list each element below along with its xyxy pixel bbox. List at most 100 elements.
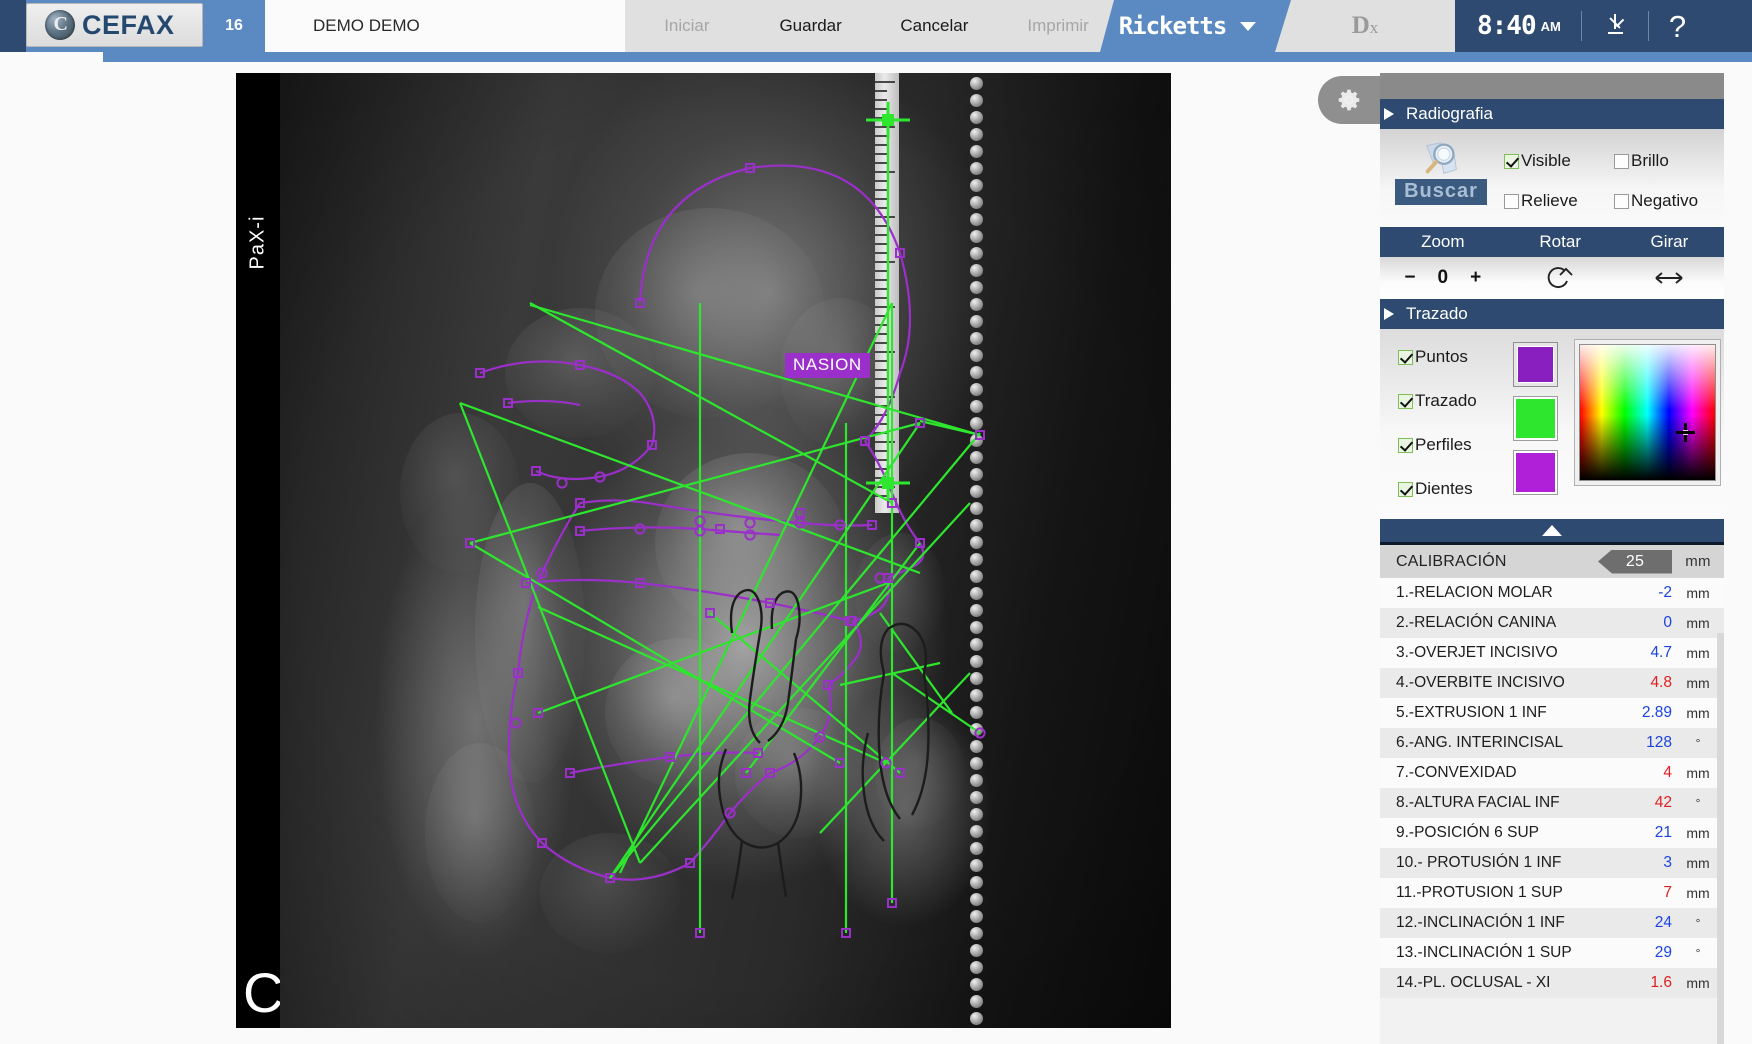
measurements-list: 1.-RELACION MOLAR -2 mm 2.-RELACIÓN CANINA 0… (1380, 578, 1724, 998)
menu-item-imprimir[interactable]: Imprimir (996, 16, 1120, 36)
measurement-row[interactable]: 8.-ALTURA FACIAL INF 42 ° (1380, 788, 1724, 818)
measurement-row[interactable]: 1.-RELACION MOLAR -2 mm (1380, 578, 1724, 608)
checkbox-brillo-label: Brillo (1631, 151, 1669, 170)
tab-dx[interactable]: Dx (1275, 0, 1455, 52)
vendor-label: PaX-i (246, 215, 269, 270)
checkbox-dientes-box[interactable] (1398, 481, 1413, 497)
trazado-color-swatches (1504, 339, 1566, 519)
measurement-label: 13.-INCLINACIÓN 1 SUP (1396, 944, 1572, 961)
measurement-unit: mm (1686, 615, 1710, 631)
magnifier-icon (1425, 142, 1457, 174)
measurement-value: 3 (1663, 854, 1672, 871)
menu-item-iniciar[interactable]: Iniciar (625, 16, 749, 36)
checkbox-relieve-label: Relieve (1521, 191, 1578, 210)
zoom-value: 0 (1437, 267, 1449, 288)
checkbox-trazado-box[interactable] (1398, 393, 1413, 409)
section-header-radiografia[interactable]: Radiografia (1380, 99, 1724, 129)
zoom-decrease-button[interactable]: − (1404, 267, 1415, 289)
trazado-checkbox-column: Puntos Trazado Perfiles Dientes (1398, 339, 1504, 519)
checkbox-negativo-box[interactable] (1614, 193, 1629, 209)
checkbox-trazado[interactable]: Trazado (1398, 391, 1504, 411)
checkbox-visible[interactable]: Visible (1504, 151, 1614, 171)
color-picker-frame (1574, 339, 1721, 486)
landmark-point[interactable] (556, 477, 568, 489)
radiografia-body: Buscar Visible Brillo Relieve Negativo (1380, 129, 1724, 227)
measurement-row[interactable]: 10.- PROTUSIÓN 1 INF 3 mm (1380, 848, 1724, 878)
landmark-point[interactable] (795, 508, 805, 518)
checkbox-relieve[interactable]: Relieve (1504, 191, 1614, 211)
measurement-row[interactable]: 14.-PL. OCLUSAL - XI 1.6 mm (1380, 968, 1724, 998)
settings-button[interactable] (1318, 76, 1380, 124)
measurement-label: 1.-RELACION MOLAR (1396, 584, 1553, 601)
flip-horizontal-icon (1655, 272, 1683, 284)
buscar-button-label[interactable]: Buscar (1395, 179, 1487, 205)
girar-column-header: Girar (1650, 232, 1689, 251)
brand-label: CEFAX (82, 9, 175, 40)
checkbox-perfiles-box[interactable] (1398, 437, 1413, 453)
color-gradient-picker[interactable] (1579, 344, 1716, 481)
measurement-row[interactable]: 2.-RELACIÓN CANINA 0 mm (1380, 608, 1724, 638)
checkbox-brillo-box[interactable] (1614, 153, 1629, 169)
color-picker-crosshair[interactable] (1676, 423, 1695, 442)
toolbar-left-cap (0, 0, 26, 52)
measurement-row[interactable]: 5.-EXTRUSION 1 INF 2.89 mm (1380, 698, 1724, 728)
checkbox-puntos-label: Puntos (1415, 347, 1468, 366)
checkbox-puntos-box[interactable] (1398, 349, 1413, 365)
measurement-row[interactable]: 12.-INCLINACIÓN 1 INF 24 ° (1380, 908, 1724, 938)
measurement-row[interactable]: 11.-PROTUSION 1 SUP 7 mm (1380, 878, 1724, 908)
measurement-row[interactable]: 4.-OVERBITE INCISIVO 4.8 mm (1380, 668, 1724, 698)
checkbox-brillo[interactable]: Brillo (1614, 151, 1724, 171)
measurement-row[interactable]: 3.-OVERJET INCISIVO 4.7 mm (1380, 638, 1724, 668)
analysis-name-label: Ricketts (1118, 12, 1228, 40)
panel-collapse-bar[interactable] (1380, 519, 1724, 545)
landmark-point[interactable] (510, 717, 522, 729)
menu-item-guardar[interactable]: Guardar (749, 16, 873, 36)
download-icon[interactable] (1602, 13, 1628, 39)
radiografia-checkbox-grid: Visible Brillo Relieve Negativo (1502, 129, 1724, 211)
radiograph-viewport[interactable]: PaX-i C NASION (236, 73, 1171, 1028)
landmark-point[interactable] (744, 517, 756, 529)
checkbox-relieve-box[interactable] (1504, 193, 1519, 209)
flip-button[interactable] (1615, 263, 1724, 293)
measurement-row[interactable]: 9.-POSICIÓN 6 SUP 21 mm (1380, 818, 1724, 848)
zoom-increase-button[interactable]: + (1470, 267, 1481, 289)
measurement-value: 128 (1646, 734, 1672, 751)
measurement-row[interactable]: 6.-ANG. INTERINCISAL 128 ° (1380, 728, 1724, 758)
menu-item-cancelar[interactable]: Cancelar (873, 16, 997, 36)
landmark-point[interactable] (634, 523, 646, 535)
app-logo[interactable]: CEFAX (26, 3, 203, 47)
calibration-value[interactable]: 25 (1598, 549, 1672, 574)
color-swatch-trazado[interactable] (1512, 396, 1558, 441)
chevron-down-icon[interactable] (1240, 21, 1257, 31)
search-control[interactable]: Buscar (1380, 129, 1502, 205)
landmark-label-nasion[interactable]: NASION (785, 353, 870, 378)
checkbox-visible-box[interactable] (1504, 153, 1519, 169)
chevron-up-icon[interactable] (1542, 525, 1562, 536)
checkbox-perfiles[interactable]: Perfiles (1398, 435, 1504, 455)
measurement-row[interactable]: 7.-CONVEXIDAD 4 mm (1380, 758, 1724, 788)
radiograph-image[interactable]: NASION (280, 73, 1171, 1028)
panel-scrollbar[interactable] (1717, 633, 1724, 1044)
color-swatch-puntos[interactable] (1512, 342, 1558, 387)
patient-name-tab[interactable]: DEMO DEMO (265, 0, 625, 52)
checkbox-dientes[interactable]: Dientes (1398, 479, 1504, 499)
checkbox-puntos[interactable]: Puntos (1398, 347, 1504, 367)
patient-tab-number[interactable]: 16 (203, 0, 265, 52)
measurement-label: 6.-ANG. INTERINCISAL (1396, 734, 1564, 751)
calibration-row[interactable]: CALIBRACIÓN 25 mm (1380, 545, 1724, 578)
menu-strip: Iniciar Guardar Cancelar Imprimir (625, 0, 1120, 52)
checkbox-negativo[interactable]: Negativo (1614, 191, 1724, 211)
measurement-row[interactable]: 13.-INCLINACIÓN 1 SUP 29 ° (1380, 938, 1724, 968)
rotate-button[interactable] (1506, 263, 1615, 293)
cephalometric-tracing-overlay[interactable] (280, 73, 1171, 1028)
checkbox-dientes-label: Dientes (1415, 479, 1473, 498)
globe-icon (45, 10, 75, 40)
measurement-label: 14.-PL. OCLUSAL - XI (1396, 974, 1551, 991)
help-icon[interactable]: ? (1669, 11, 1686, 42)
clock-area: 8:40 AM ? (1455, 0, 1752, 52)
section-header-trazado[interactable]: Trazado (1380, 299, 1724, 329)
analysis-selector-tab[interactable]: Ricketts (1100, 0, 1275, 52)
clock-ampm: AM (1540, 18, 1561, 34)
dx-label: Dx (1351, 12, 1379, 39)
color-swatch-perfiles[interactable] (1512, 450, 1558, 495)
